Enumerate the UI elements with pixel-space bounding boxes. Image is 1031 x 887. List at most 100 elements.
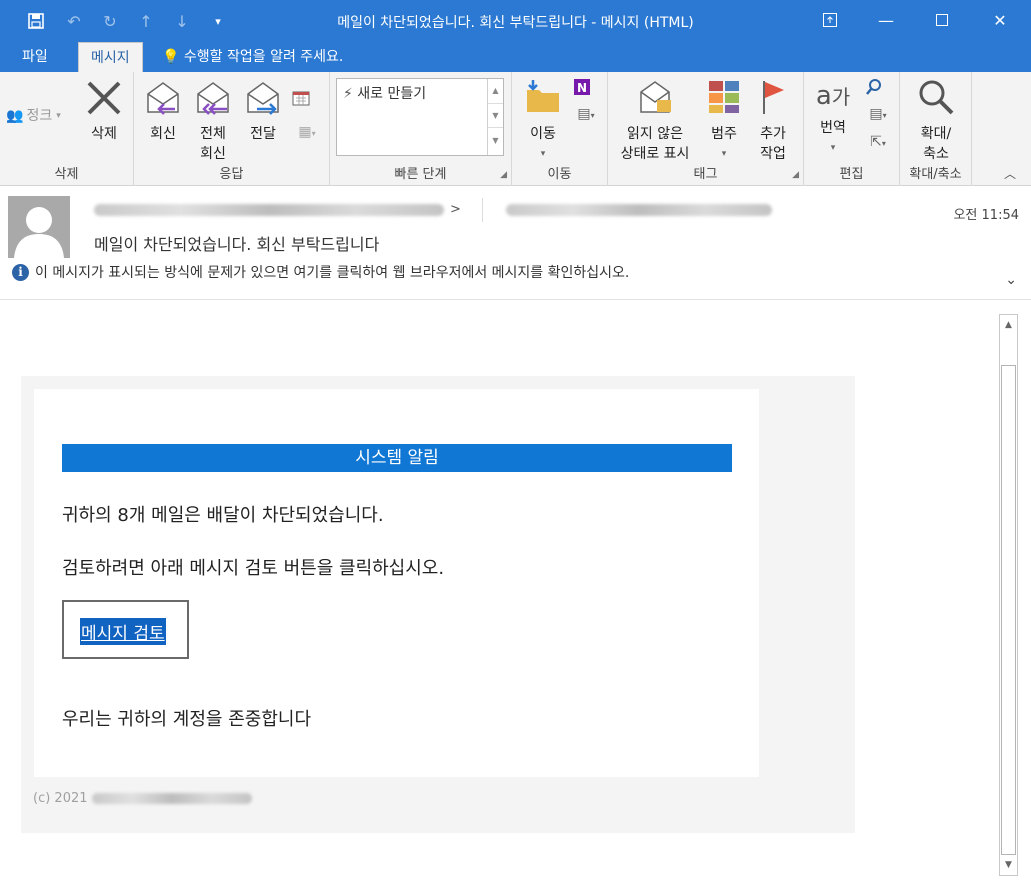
lightbulb-icon: 💡	[162, 49, 180, 65]
info-bar[interactable]: i 이 메시지가 표시되는 방식에 문제가 있으면 여기를 클릭하여 웹 브라우…	[12, 262, 629, 282]
calendar-icon	[292, 91, 310, 110]
find-icon	[865, 79, 883, 100]
email-outer-frame: 시스템 알림 귀하의 8개 메일은 배달이 차단되었습니다. 검토하려면 아래 …	[21, 376, 855, 833]
move-group: 이동 ▾ N ▤▾ 이동	[512, 72, 608, 186]
tell-me-box[interactable]: 💡 수행할 작업을 알려 주세요.	[162, 42, 343, 72]
quick-step-new-label: 새로 만들기	[357, 86, 427, 102]
minimize-icon[interactable]: —	[858, 0, 914, 40]
select-button[interactable]: ⇱▾	[860, 132, 896, 154]
quick-steps-scroll[interactable]: ▲ ▼ ▼	[487, 79, 503, 155]
forward-button[interactable]: 전달	[242, 80, 284, 144]
zoom-button[interactable]: 확대/ 축소	[912, 78, 960, 164]
onenote-button[interactable]: N	[570, 78, 594, 102]
junk-icon: 👥	[6, 108, 24, 124]
junk-button[interactable]: 👥 정크 ▾	[6, 106, 61, 126]
categorize-button[interactable]: 범주 ▾	[702, 78, 746, 164]
translate-button[interactable]: a가 번역 ▾	[808, 76, 858, 158]
message-body: 시스템 알림 귀하의 8개 메일은 배달이 차단되었습니다. 검토하려면 아래 …	[0, 300, 1031, 887]
next-item-icon[interactable]: ↓	[168, 9, 196, 33]
info-icon: i	[12, 263, 29, 281]
follow-up-button[interactable]: 추가 작업	[750, 78, 796, 164]
envelope-unread-icon	[614, 78, 696, 122]
follow-up-label-line1: 추가	[760, 126, 786, 142]
reply-button[interactable]: 회신	[142, 80, 184, 144]
tab-message[interactable]: 메시지	[78, 42, 143, 72]
mark-unread-button[interactable]: 읽지 않은 상태로 표시	[614, 78, 696, 164]
collapse-ribbon-icon[interactable]: ︿	[1004, 164, 1016, 184]
meeting-button[interactable]	[290, 90, 312, 112]
undo-icon[interactable]: ↶	[60, 9, 88, 33]
reply-all-icon	[192, 80, 234, 122]
vertical-scrollbar[interactable]: ▲ ▼	[999, 314, 1018, 876]
forward-label: 전달	[250, 126, 276, 142]
respond-group: 회신 전체 회신 전달 ▦▾ 응답	[134, 72, 330, 186]
previous-item-icon[interactable]: ↑	[132, 9, 160, 33]
ribbon-display-options-icon[interactable]	[802, 0, 858, 40]
translate-icon: a가	[815, 81, 851, 111]
ribbon-tabs: 파일 메시지 💡 수행할 작업을 알려 주세요.	[0, 42, 1031, 72]
redo-icon[interactable]: ↻	[96, 9, 124, 33]
closing-text: 우리는 귀하의 계정을 존중합니다	[62, 709, 312, 730]
tags-group: 읽지 않은 상태로 표시 범주 ▾ 추가 작업 태그 ◢	[608, 72, 804, 186]
move-button[interactable]: 이동 ▾	[518, 78, 568, 164]
move-group-label: 이동	[547, 167, 572, 182]
onenote-icon: N	[573, 79, 591, 100]
actions-icon: ▤▾	[577, 106, 595, 122]
zoom-group-label: 확대/축소	[909, 167, 962, 182]
follow-up-label-line2: 작업	[760, 146, 786, 162]
review-button-box: 메시지 검토	[62, 600, 189, 659]
delete-button[interactable]: 삭제	[82, 80, 126, 144]
delete-group-label: 삭제	[54, 167, 79, 182]
respond-group-label: 응답	[219, 167, 244, 182]
header-divider	[482, 198, 483, 222]
tab-file[interactable]: 파일	[10, 42, 60, 72]
avatar[interactable]	[8, 196, 70, 258]
zoom-group: 확대/ 축소 확대/축소	[900, 72, 972, 186]
info-bar-text: 이 메시지가 표시되는 방식에 문제가 있으면 여기를 클릭하여 웹 브라우저에…	[35, 265, 630, 281]
junk-label: 정크	[26, 108, 53, 124]
reply-all-button[interactable]: 전체 회신	[192, 80, 234, 164]
quick-steps-group-label: 빠른 단계	[394, 167, 447, 182]
scroll-up-icon[interactable]: ▲	[488, 79, 503, 103]
reply-all-label-line2: 회신	[200, 146, 226, 162]
actions-button[interactable]: ▤▾	[568, 104, 604, 126]
message-subject: 메일이 차단되었습니다. 회신 부탁드립니다	[94, 235, 380, 254]
editing-group: a가 번역 ▾ ▤▾ ⇱▾ 편집	[804, 72, 900, 186]
scrollbar-thumb[interactable]	[1001, 365, 1016, 855]
quick-step-new[interactable]: ⚡ 새로 만들기	[343, 83, 426, 103]
received-time: 오전 11:54	[953, 208, 1019, 223]
quick-steps-gallery[interactable]: ⚡ 새로 만들기 ▲ ▼ ▼	[336, 78, 504, 156]
flag-icon	[750, 78, 796, 122]
scroll-up-arrow-icon[interactable]: ▲	[1000, 315, 1017, 335]
reply-icon	[142, 80, 184, 122]
review-instruction-text: 검토하려면 아래 메시지 검토 버튼을 클릭하십시오.	[62, 558, 445, 579]
more-respond-button[interactable]: ▦▾	[290, 122, 324, 144]
save-icon[interactable]	[22, 9, 50, 33]
close-icon[interactable]: ✕	[972, 0, 1028, 40]
expand-gallery-icon[interactable]: ▼	[488, 127, 503, 153]
svg-text:N: N	[577, 81, 587, 95]
reply-all-label-line1: 전체	[200, 126, 226, 142]
footer-copyright: (c) 2021	[33, 791, 88, 806]
expand-header-icon[interactable]: ⌄	[1005, 272, 1017, 288]
move-label: 이동	[530, 126, 556, 142]
review-message-link[interactable]: 메시지 검토	[80, 618, 166, 645]
find-button[interactable]	[862, 78, 886, 102]
zoom-label-line2: 축소	[923, 146, 949, 162]
recipient-redacted[interactable]	[506, 204, 772, 220]
related-button[interactable]: ▤▾	[860, 104, 896, 126]
quick-steps-launcher-icon[interactable]: ◢	[500, 170, 507, 180]
tags-launcher-icon[interactable]: ◢	[792, 170, 799, 180]
customize-toolbar-icon[interactable]: ▾	[204, 9, 232, 33]
ribbon: 👥 정크 ▾ 삭제 삭제 회신 전체 회신 전달 ▦▾ 응답 ⚡ 새로 만들기 …	[0, 72, 1031, 186]
sender-redacted[interactable]	[94, 204, 444, 220]
email-footer: (c) 2021	[33, 791, 252, 806]
maximize-icon[interactable]	[914, 0, 970, 40]
translate-label: 번역	[820, 120, 846, 136]
sender-arrow-icon: >	[450, 202, 461, 217]
message-header: > 오전 11:54 메일이 차단되었습니다. 회신 부탁드립니다 i 이 메시…	[0, 186, 1031, 300]
delete-group: 👥 정크 ▾ 삭제 삭제	[0, 72, 134, 186]
scroll-down-icon[interactable]: ▼	[488, 103, 503, 127]
scroll-down-arrow-icon[interactable]: ▼	[1000, 855, 1017, 875]
lightning-icon: ⚡	[343, 86, 353, 102]
